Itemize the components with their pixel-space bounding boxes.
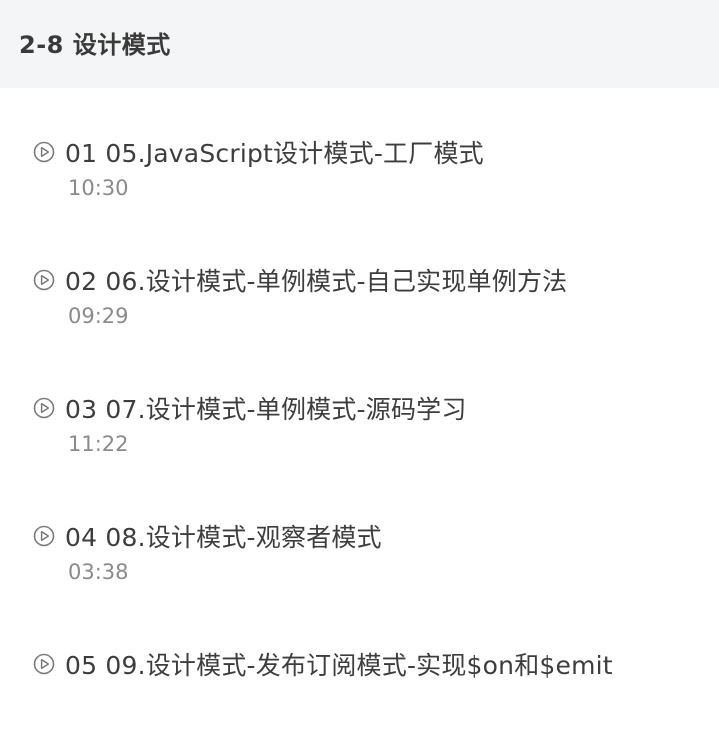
lesson-item[interactable]: 01 05.JavaScript设计模式-工厂模式 10:30 <box>0 134 719 244</box>
lesson-title[interactable]: 04 08.设计模式-观察者模式 <box>65 518 382 554</box>
lesson-duration: 09:29 <box>68 304 129 328</box>
lesson-item[interactable]: 03 07.设计模式-单例模式-源码学习 11:22 <box>0 390 719 500</box>
lesson-row: 03 07.设计模式-单例模式-源码学习 <box>33 390 467 426</box>
lesson-duration: 10:30 <box>68 176 129 200</box>
play-circle-icon <box>33 653 55 675</box>
lesson-title[interactable]: 03 07.设计模式-单例模式-源码学习 <box>65 390 467 426</box>
play-circle-icon <box>33 525 55 547</box>
lesson-item[interactable]: 05 09.设计模式-发布订阅模式-实现$on和$emit <box>0 646 719 756</box>
lesson-row: 01 05.JavaScript设计模式-工厂模式 <box>33 134 484 170</box>
lesson-title[interactable]: 01 05.JavaScript设计模式-工厂模式 <box>65 134 484 170</box>
lesson-title[interactable]: 05 09.设计模式-发布订阅模式-实现$on和$emit <box>65 646 613 682</box>
lesson-title[interactable]: 02 06.设计模式-单例模式-自己实现单例方法 <box>65 262 567 298</box>
lesson-duration: 03:38 <box>68 560 129 584</box>
play-circle-icon <box>33 269 55 291</box>
lesson-row: 04 08.设计模式-观察者模式 <box>33 518 382 554</box>
play-circle-icon <box>33 141 55 163</box>
lesson-item[interactable]: 02 06.设计模式-单例模式-自己实现单例方法 09:29 <box>0 262 719 372</box>
lesson-row: 02 06.设计模式-单例模式-自己实现单例方法 <box>33 262 567 298</box>
lesson-duration: 11:22 <box>68 432 129 456</box>
section-header: 2-8 设计模式 <box>0 0 719 88</box>
play-circle-icon <box>33 397 55 419</box>
lesson-row: 05 09.设计模式-发布订阅模式-实现$on和$emit <box>33 646 613 682</box>
lesson-item[interactable]: 04 08.设计模式-观察者模式 03:38 <box>0 518 719 628</box>
section-title: 2-8 设计模式 <box>19 30 171 59</box>
